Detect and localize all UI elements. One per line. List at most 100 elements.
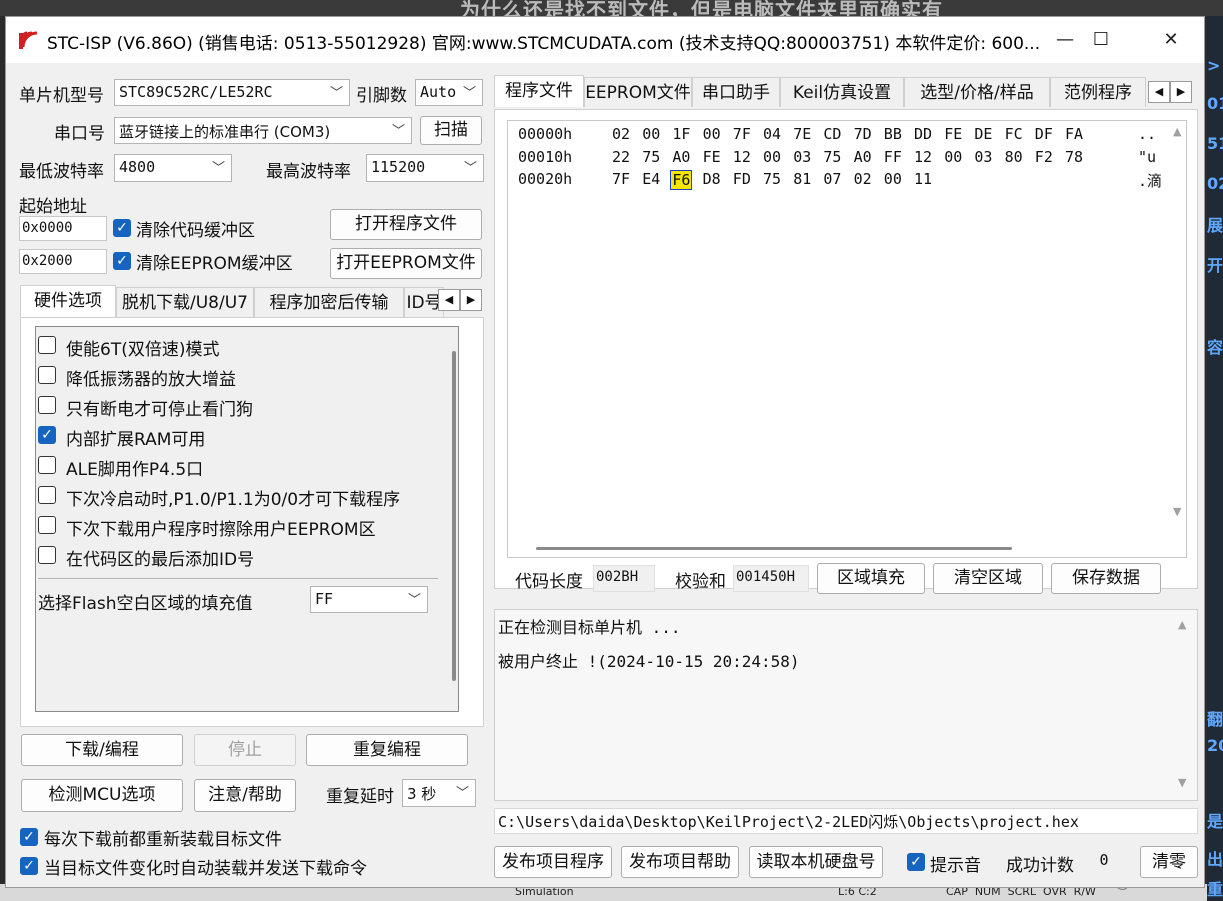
hex-editor[interactable]: 00000h 02 00 1F 00 7F 04 7E CD 7D BB DD FE DE FC DF FA..…	[507, 120, 1187, 558]
hex-byte[interactable]: CD	[823, 125, 841, 143]
tab-hardware-options[interactable]: 硬件选项	[20, 285, 116, 317]
download-program-button[interactable]: 下载/编程	[21, 734, 183, 766]
hex-byte[interactable]: 81	[793, 170, 811, 188]
hex-byte[interactable]: DD	[914, 125, 932, 143]
port-select[interactable]: 蓝牙链接上的标准串行 (COM3) ﹀	[114, 117, 412, 144]
hex-byte[interactable]: 7D	[854, 125, 872, 143]
check-mcu-button[interactable]: 检测MCU选项	[21, 779, 183, 812]
hex-byte[interactable]: FE	[703, 148, 721, 166]
option-checkbox[interactable]	[38, 546, 56, 564]
hex-byte[interactable]: 00	[703, 125, 721, 143]
hex-byte[interactable]: FA	[1065, 125, 1083, 143]
max-baud-select[interactable]: 115200 ﹀	[366, 154, 484, 182]
option-checkbox[interactable]	[38, 366, 56, 384]
hex-byte[interactable]: FE	[944, 125, 962, 143]
mcu-model-select[interactable]: STC89C52RC/LE52RC ﹀	[114, 79, 350, 106]
hex-byte[interactable]: DE	[974, 125, 992, 143]
hex-byte[interactable]: A0	[854, 148, 872, 166]
repeat-program-button[interactable]: 重复编程	[306, 734, 468, 766]
hex-byte[interactable]: BB	[884, 125, 902, 143]
clear-area-button[interactable]: 清空区域	[933, 563, 1043, 594]
hex-vertical-scrollbar[interactable]: ▲ ▼	[1170, 121, 1188, 541]
option-checkbox[interactable]	[38, 396, 56, 414]
hex-byte[interactable]: 07	[823, 170, 841, 188]
hex-byte[interactable]: 00	[944, 148, 962, 166]
hex-byte[interactable]: E4	[642, 170, 660, 188]
scroll-up-icon[interactable]: ▲	[1173, 125, 1181, 138]
min-baud-select[interactable]: 4800 ﹀	[114, 154, 232, 182]
option-checkbox[interactable]	[38, 336, 56, 354]
option-row[interactable]: 只有断电才可停止看门狗	[38, 393, 438, 420]
save-data-button[interactable]: 保存数据	[1051, 563, 1161, 594]
tab-scroll-right-icon[interactable]: ▶	[460, 289, 482, 311]
hex-byte[interactable]: F2	[1035, 148, 1053, 166]
option-checkbox[interactable]	[38, 456, 56, 474]
clear-code-checkbox[interactable]: ✓	[113, 219, 131, 237]
hex-byte[interactable]: 75	[823, 148, 841, 166]
option-checkbox[interactable]	[38, 486, 56, 504]
hex-byte[interactable]: DF	[1035, 125, 1053, 143]
hex-byte[interactable]: 00	[884, 170, 902, 188]
hex-byte[interactable]: 78	[1065, 148, 1083, 166]
hex-byte[interactable]: 03	[793, 148, 811, 166]
option-row[interactable]: 使能6T(双倍速)模式	[38, 333, 438, 360]
repeat-delay-select[interactable]: 3 秒 ﹀	[402, 779, 476, 807]
log-scroll-down-icon[interactable]: ▼	[1178, 776, 1186, 789]
file-path-field[interactable]: C:\Users\daida\Desktop\KeilProject\2-2LE…	[494, 808, 1198, 834]
beep-checkbox[interactable]: ✓	[907, 853, 925, 871]
read-disk-id-button[interactable]: 读取本机硬盘号	[749, 846, 883, 878]
tab-selection-price[interactable]: 选型/价格/样品	[904, 77, 1050, 107]
options-scrollbar[interactable]	[452, 351, 456, 681]
tab-scroll-left-icon[interactable]: ◀	[1148, 81, 1170, 103]
tab-offline-download[interactable]: 脱机下载/U8/U7	[116, 287, 254, 317]
reload-before-download-checkbox[interactable]: ✓	[20, 828, 38, 846]
hex-byte[interactable]: 04	[763, 125, 781, 143]
stop-button[interactable]: 停止	[194, 734, 296, 766]
hex-cursor-byte[interactable]: F6	[670, 170, 693, 190]
hex-byte[interactable]: 12	[733, 148, 751, 166]
open-program-button[interactable]: 打开程序文件	[330, 209, 482, 240]
hex-byte[interactable]: 00	[763, 148, 781, 166]
tab-serial-assistant[interactable]: 串口助手	[692, 77, 780, 107]
option-row[interactable]: 在代码区的最后添加ID号	[38, 543, 438, 570]
hex-byte[interactable]: 75	[642, 148, 660, 166]
tab-encrypted-transfer[interactable]: 程序加密后传输	[254, 287, 404, 317]
hex-byte[interactable]: 00	[642, 125, 660, 143]
hex-byte[interactable]: 80	[1005, 148, 1023, 166]
area-fill-button[interactable]: 区域填充	[817, 563, 925, 594]
hex-byte[interactable]: 22	[612, 148, 630, 166]
help-button[interactable]: 注意/帮助	[194, 779, 296, 812]
code-address-input[interactable]: 0x0000	[19, 216, 107, 241]
open-eeprom-button[interactable]: 打开EEPROM文件	[330, 248, 482, 279]
tab-program-file[interactable]: 程序文件	[494, 75, 584, 107]
maximize-button[interactable]: ☐	[1066, 17, 1136, 63]
pins-select[interactable]: Auto ﹀	[415, 79, 483, 106]
hex-byte[interactable]: 7F	[612, 170, 630, 188]
hex-byte[interactable]: D8	[703, 170, 721, 188]
hex-byte[interactable]: 02	[854, 170, 872, 188]
hex-byte[interactable]: 02	[612, 125, 630, 143]
option-row[interactable]: 降低振荡器的放大增益	[38, 363, 438, 390]
hex-byte[interactable]: FF	[884, 148, 902, 166]
option-row[interactable]: 下次冷启动时,P1.0/P1.1为0/0才可下载程序	[38, 483, 438, 510]
hex-byte[interactable]: 12	[914, 148, 932, 166]
tab-scroll-left-icon[interactable]: ◀	[438, 289, 460, 311]
option-checkbox[interactable]	[38, 516, 56, 534]
hex-horizontal-scrollbar[interactable]	[536, 547, 1012, 550]
hex-byte[interactable]: 1F	[672, 125, 690, 143]
option-row[interactable]: ✓ 内部扩展RAM可用	[38, 423, 438, 450]
clear-eeprom-checkbox[interactable]: ✓	[113, 252, 131, 270]
hex-byte[interactable]: 75	[763, 170, 781, 188]
hex-byte[interactable]: 7E	[793, 125, 811, 143]
hex-byte[interactable]: 11	[914, 170, 932, 188]
option-checkbox[interactable]: ✓	[38, 426, 56, 444]
eeprom-address-input[interactable]: 0x2000	[19, 249, 107, 274]
hex-byte[interactable]: 7F	[733, 125, 751, 143]
hex-byte[interactable]: A0	[672, 148, 690, 166]
reset-count-button[interactable]: 清零	[1140, 846, 1198, 878]
hex-byte[interactable]: FC	[1005, 125, 1023, 143]
scan-button[interactable]: 扫描	[420, 116, 482, 145]
auto-load-checkbox[interactable]: ✓	[20, 857, 38, 875]
option-row[interactable]: ALE脚用作P4.5口	[38, 453, 438, 480]
hex-byte[interactable]: 03	[974, 148, 992, 166]
